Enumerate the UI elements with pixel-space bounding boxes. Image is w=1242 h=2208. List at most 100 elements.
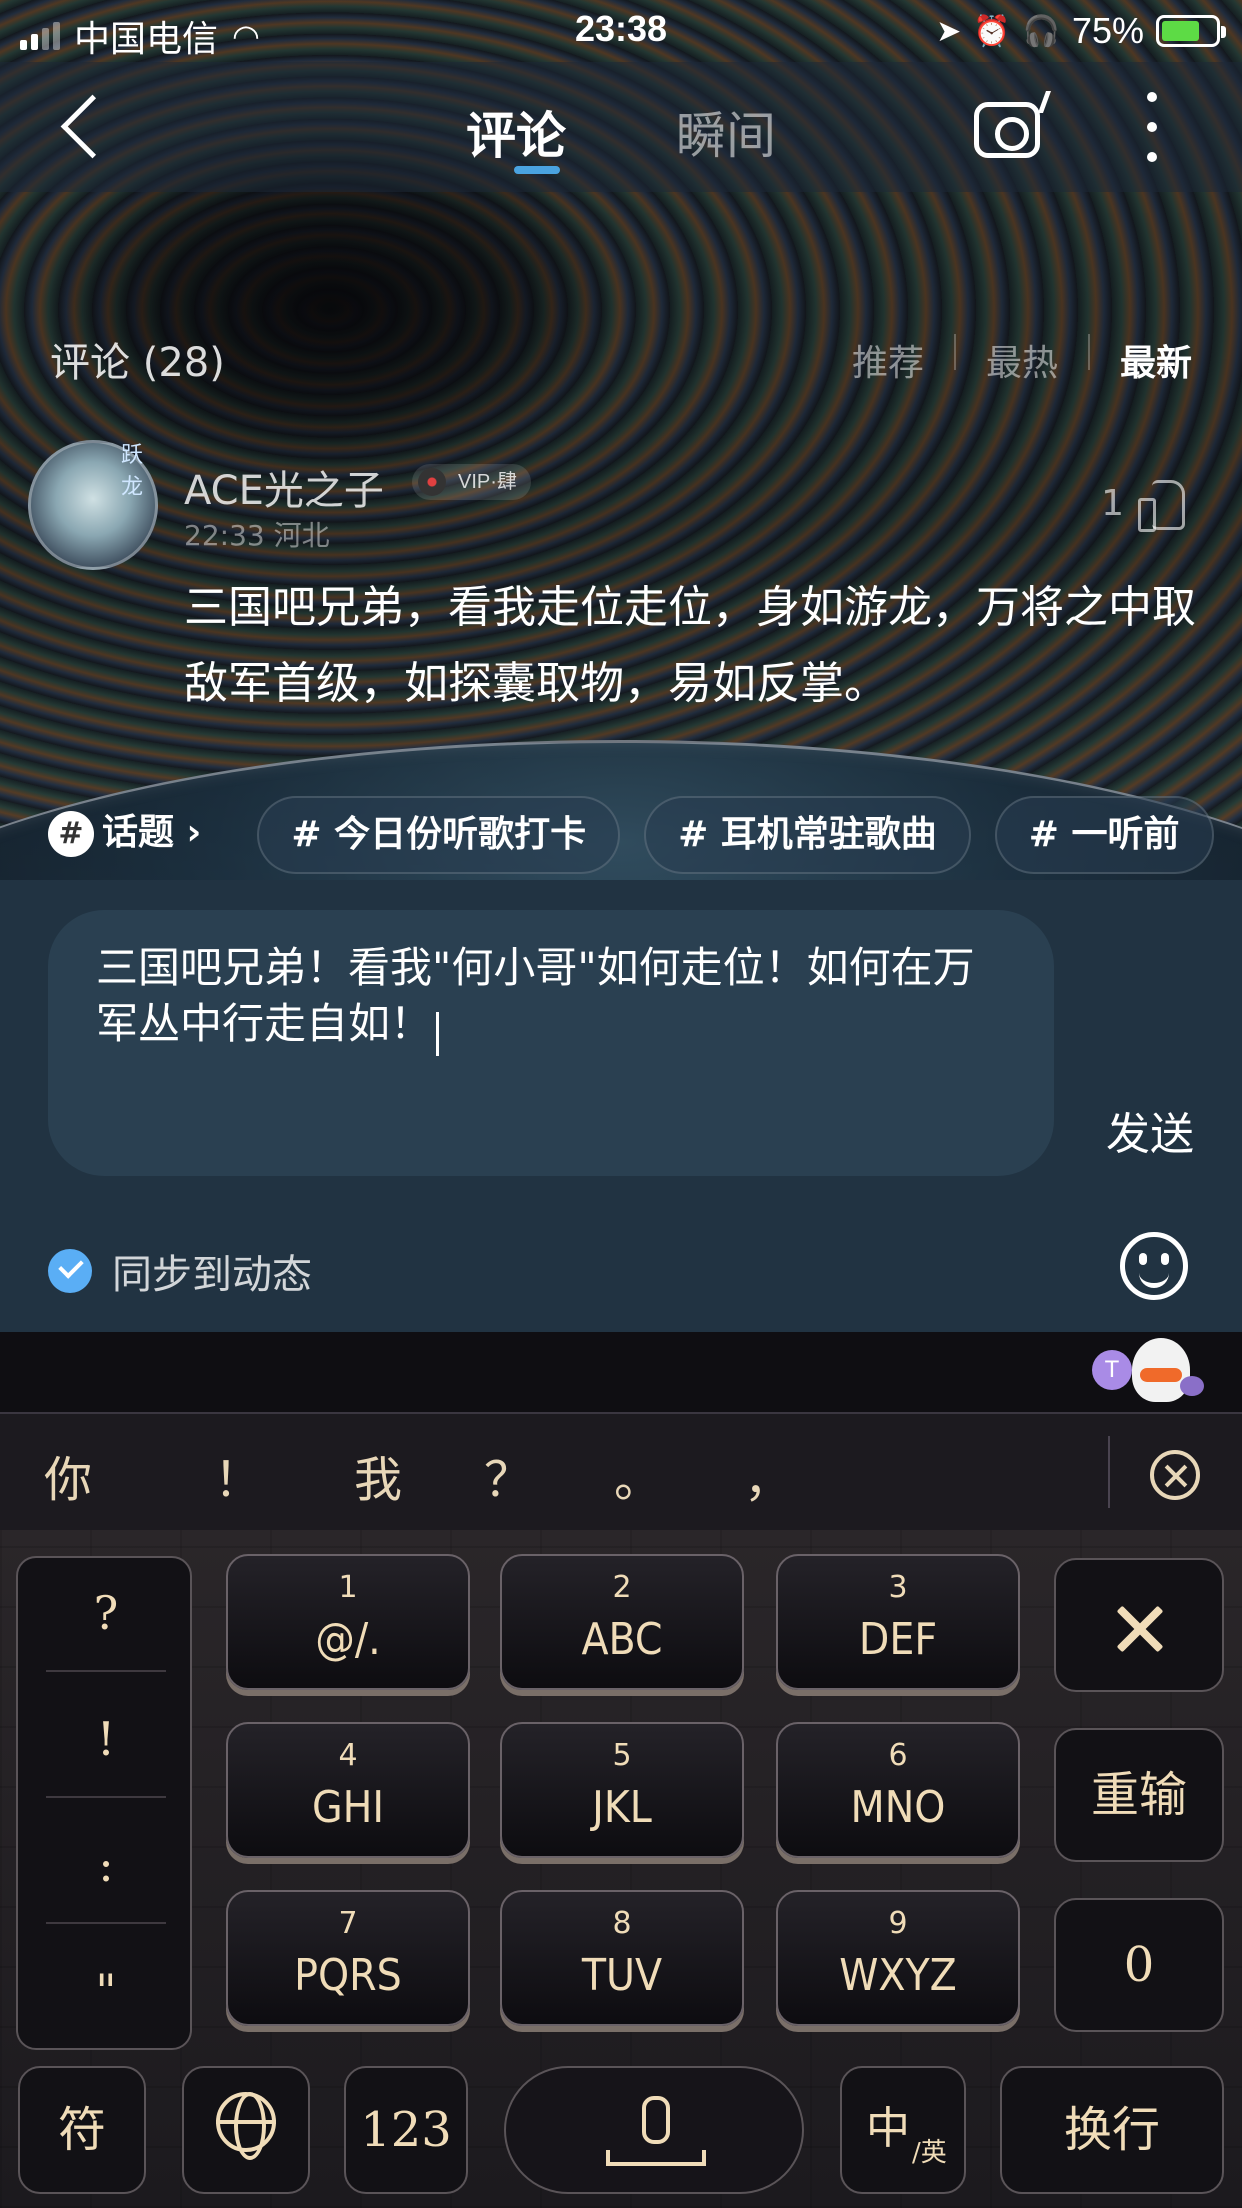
symbols-key[interactable]: 符 [18, 2066, 146, 2194]
chinese-english-toggle[interactable]: 中 /英 [840, 2066, 966, 2194]
battery-percent: 75% [1071, 10, 1144, 51]
key-number: 4 [338, 1738, 358, 1773]
comment-input-text[interactable]: 三国吧兄弟！看我"何小哥"如何走位！如何在万军丛中行走自如！ [96, 943, 975, 1048]
key-letters: TUV [581, 1950, 663, 2001]
sync-label: 同步到动态 [112, 1252, 312, 1298]
candidate-item[interactable]: ？ [484, 1440, 614, 1510]
send-button[interactable]: 发送 [1106, 1098, 1194, 1162]
hash-icon: # [48, 811, 94, 857]
punct-key[interactable]: " [48, 1964, 164, 2018]
key-0[interactable]: 0 [1054, 1898, 1224, 2032]
numeric-key[interactable]: 123 [344, 2066, 468, 2194]
battery-icon [1156, 15, 1226, 47]
globe-icon [216, 2092, 276, 2160]
key-number: 8 [612, 1906, 632, 1941]
numeric-label: 123 [360, 2102, 452, 2158]
topic-button[interactable]: # 话题 › [48, 796, 233, 874]
key-number: 1 [338, 1570, 358, 1605]
comments-count-title: 评论 (28) [50, 340, 225, 386]
tab-comments[interactable]: 评论 [466, 96, 566, 168]
punct-key[interactable]: : [48, 1838, 164, 1892]
avatar-badge-text: 跃龙 [121, 443, 144, 500]
keyboard-toolbar: T [0, 1332, 1242, 1412]
key-letters: MNO [850, 1782, 946, 1833]
reenter-key[interactable]: 重输 [1054, 1728, 1224, 1862]
lang-main-label: 中 [866, 2103, 910, 2154]
topic-chip[interactable]: # 耳机常驻歌曲 [644, 796, 971, 874]
key-number: 9 [888, 1906, 908, 1941]
comment-time-location: 22:33 河北 [184, 519, 330, 552]
key-3[interactable]: 3 DEF [776, 1554, 1020, 1690]
tab-moments[interactable]: 瞬间 [676, 96, 776, 168]
key-1[interactable]: 1 @/. [226, 1554, 470, 1690]
text-caret [436, 1011, 440, 1056]
alarm-icon: ⏰ [973, 14, 1011, 48]
key-6[interactable]: 6 MNO [776, 1722, 1020, 1858]
mascot-letter: T [1092, 1350, 1132, 1390]
sort-recommend[interactable]: 推荐 [852, 334, 924, 386]
key-4[interactable]: 4 GHI [226, 1722, 470, 1858]
language-key[interactable] [182, 2066, 310, 2194]
checkmark-icon [48, 1249, 92, 1293]
sync-to-feed-toggle[interactable]: 同步到动态 [48, 1242, 312, 1300]
like-count: 1 [1101, 482, 1124, 524]
location-icon: ➤ [936, 14, 962, 48]
punct-key[interactable]: ? [48, 1586, 164, 1640]
key-letters: DEF [858, 1614, 938, 1665]
sort-divider [1087, 334, 1090, 370]
status-right: ➤ ⏰ 🎧 75% [936, 10, 1226, 52]
camera-icon[interactable] [974, 102, 1040, 158]
candidate-item[interactable]: 。 [614, 1440, 744, 1510]
delete-key[interactable] [1054, 1558, 1224, 1692]
microphone-icon [598, 2096, 708, 2176]
status-bar: 中国电信 ◠ 23:38 ➤ ⏰ 🎧 75% [0, 0, 1242, 62]
punct-key[interactable]: ! [48, 1712, 164, 1766]
headphones-icon: 🎧 [1022, 14, 1060, 48]
more-icon[interactable] [1140, 92, 1164, 162]
candidate-item[interactable]: ， [744, 1440, 864, 1510]
emoji-icon[interactable] [1120, 1232, 1188, 1300]
active-tab-indicator [514, 166, 560, 174]
reenter-label: 重输 [1090, 1767, 1187, 1823]
sort-hottest[interactable]: 最热 [986, 334, 1058, 386]
delete-icon [1116, 1604, 1166, 1654]
comment-composer: 三国吧兄弟！看我"何小哥"如何走位！如何在万军丛中行走自如！ 发送 同步到动态 [0, 880, 1242, 1332]
comment-username[interactable]: ACE光之子 [184, 458, 384, 516]
candidate-divider [1108, 1436, 1110, 1508]
lang-sub-label: /英 [912, 2138, 947, 2168]
newline-key[interactable]: 换行 [1000, 2066, 1224, 2194]
close-candidates-icon[interactable] [1150, 1450, 1200, 1500]
chevron-right-icon: › [174, 812, 202, 853]
sort-divider [953, 334, 956, 370]
key-7[interactable]: 7 PQRS [226, 1890, 470, 2026]
key-letters: @/. [315, 1614, 381, 1665]
back-icon[interactable] [58, 92, 118, 162]
key-number: 2 [612, 1570, 632, 1605]
key-number: 7 [338, 1906, 358, 1941]
space-voice-key[interactable] [504, 2066, 804, 2194]
topic-chip[interactable]: # 今日份听歌打卡 [257, 796, 621, 874]
key-5[interactable]: 5 JKL [500, 1722, 744, 1858]
punctuation-column: ? ! : " [16, 1556, 192, 2050]
avatar[interactable]: 跃龙 [28, 440, 158, 570]
candidate-bar: 你 ！ 我 ？ 。 ， [0, 1412, 1242, 1530]
candidate-item[interactable]: 你 [44, 1440, 214, 1510]
key-8[interactable]: 8 TUV [500, 1890, 744, 2026]
topic-chip[interactable]: # 一听前 [994, 796, 1214, 874]
topic-chips: # 话题 › # 今日份听歌打卡 # 耳机常驻歌曲 # 一听前 [48, 796, 1242, 874]
keyboard-mascot-icon[interactable]: T [1092, 1338, 1204, 1408]
sort-newest[interactable]: 最新 [1120, 334, 1192, 386]
key-letters: GHI [311, 1782, 385, 1833]
candidate-item[interactable]: ！ [214, 1440, 354, 1510]
candidate-item[interactable]: 我 [354, 1440, 484, 1510]
comment-body: 三国吧兄弟，看我走位走位，身如游龙，万将之中取敌军首级，如探囊取物，易如反掌。 [184, 582, 1196, 709]
like-button[interactable]: 1 [1101, 480, 1186, 532]
key-9[interactable]: 9 WXYZ [776, 1890, 1020, 2026]
newline-label: 换行 [1063, 2102, 1160, 2158]
key-2[interactable]: 2 ABC [500, 1554, 744, 1690]
comment-input[interactable]: 三国吧兄弟！看我"何小哥"如何走位！如何在万军丛中行走自如！ [48, 910, 1054, 1176]
key-letters: ABC [581, 1614, 663, 1665]
symbols-label: 符 [57, 2102, 106, 2158]
vip-badge: VIP·肆 [412, 464, 531, 500]
key-letters: PQRS [294, 1950, 402, 2001]
